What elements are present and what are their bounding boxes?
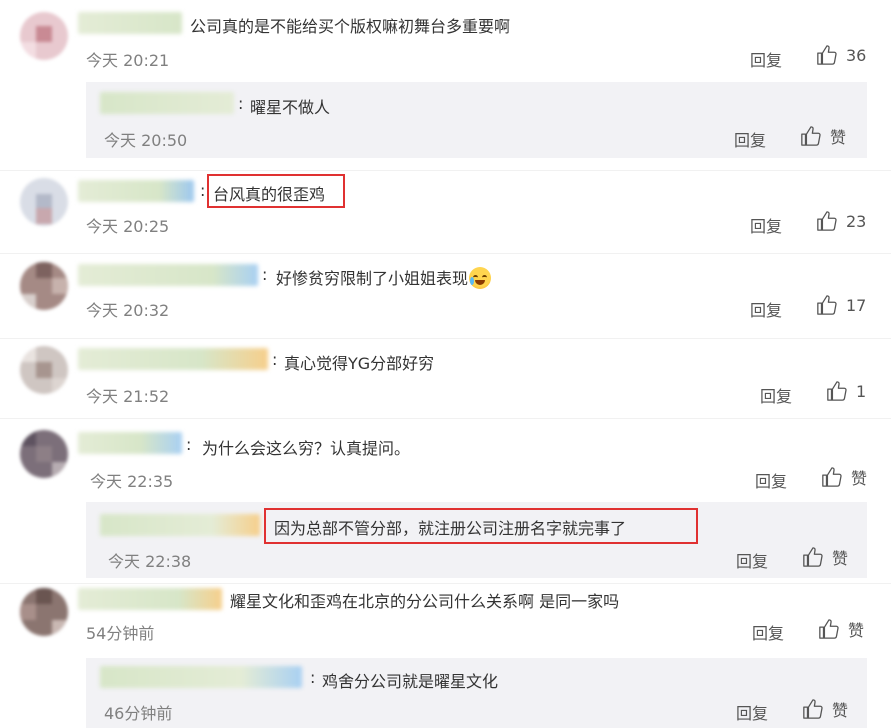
reply-button[interactable]: 回复 (760, 383, 792, 407)
reply-button[interactable]: 回复 (750, 297, 782, 321)
reply-button[interactable]: 回复 (734, 127, 766, 151)
like-count: 赞 (832, 549, 849, 568)
divider (0, 253, 891, 254)
comment-text: 公司真的是不能给买个版权嘛初舞台多重要啊 (190, 17, 511, 36)
reply-time: 46分钟前 (104, 704, 173, 723)
thumbs-up-icon (803, 547, 823, 567)
divider (0, 338, 891, 339)
divider (0, 583, 891, 584)
colon: : (200, 181, 206, 200)
like-count: 赞 (832, 701, 849, 720)
like-button[interactable]: 赞 (802, 545, 848, 569)
comment-text-content: 好惨贫穷限制了小姐姐表现 (276, 269, 469, 288)
comment-text: 耀星文化和歪鸡在北京的分公司什么关系啊 是同一家吗 (230, 592, 620, 611)
thumbs-up-icon (817, 45, 837, 65)
like-button[interactable]: 17 (816, 294, 866, 316)
reply-text: 因为总部不管分部，就注册公司注册名字就完事了 (274, 519, 627, 538)
colon: : (310, 668, 316, 687)
reply-button[interactable]: 回复 (752, 620, 784, 644)
avatar[interactable] (20, 346, 68, 394)
thumbs-up-icon (817, 211, 837, 231)
comment-time: 54分钟前 (86, 624, 155, 643)
comment-time: 今天 20:32 (86, 301, 170, 320)
username-blurred[interactable] (78, 432, 182, 454)
like-count: 1 (856, 381, 867, 401)
colon: : (186, 435, 192, 454)
comment-time: 今天 21:52 (86, 387, 170, 406)
username-blurred[interactable] (78, 348, 268, 370)
like-count: 23 (846, 211, 867, 231)
username-blurred[interactable] (78, 12, 182, 34)
divider (0, 170, 891, 171)
thumbs-up-icon (817, 295, 837, 315)
avatar[interactable] (20, 262, 68, 310)
reply-button[interactable]: 回复 (736, 700, 768, 724)
reply-time: 今天 22:38 (108, 552, 192, 571)
crying-laughing-emoji (469, 267, 492, 289)
like-button[interactable]: 赞 (802, 697, 848, 721)
colon: : (262, 265, 268, 284)
reply-button[interactable]: 回复 (750, 213, 782, 237)
avatar[interactable] (20, 588, 68, 636)
like-button[interactable]: 23 (816, 210, 866, 232)
like-count: 赞 (851, 469, 868, 488)
thumbs-up-icon (819, 619, 839, 639)
avatar[interactable] (20, 178, 68, 226)
like-count: 赞 (848, 621, 865, 640)
thumbs-up-icon (827, 381, 847, 401)
like-count: 赞 (830, 128, 847, 147)
like-count: 36 (846, 45, 867, 65)
comment-text: 真心觉得YG分部好穷 (284, 354, 435, 373)
username-blurred[interactable] (100, 666, 302, 688)
avatar[interactable] (20, 430, 68, 478)
like-button[interactable]: 赞 (821, 465, 867, 489)
comment-time: 今天 20:21 (86, 51, 170, 70)
username-blurred[interactable] (78, 264, 258, 286)
reply-button[interactable]: 回复 (755, 468, 787, 492)
username-blurred[interactable] (78, 588, 222, 610)
like-button[interactable]: 赞 (800, 124, 846, 148)
comment-text: 好惨贫穷限制了小姐姐表现 (276, 265, 492, 289)
like-button[interactable]: 赞 (818, 617, 864, 641)
username-blurred[interactable] (100, 92, 234, 114)
reply-text: 鸡舍分公司就是曜星文化 (322, 672, 499, 691)
reply-time: 今天 20:50 (104, 131, 188, 150)
colon: : (238, 94, 244, 113)
colon: : (272, 350, 278, 369)
divider (0, 418, 891, 419)
avatar[interactable] (20, 12, 68, 60)
thumbs-up-icon (803, 699, 823, 719)
like-button[interactable]: 36 (816, 44, 866, 66)
username-blurred[interactable] (78, 180, 194, 202)
thumbs-up-icon (801, 126, 821, 146)
comment-text: 台风真的很歪鸡 (213, 185, 326, 204)
reply-button[interactable]: 回复 (750, 47, 782, 71)
like-button[interactable]: 1 (826, 380, 866, 402)
comment-time: 今天 20:25 (86, 217, 170, 236)
like-count: 17 (846, 295, 867, 315)
comment-text: 为什么会这么穷？认真提问。 (202, 439, 411, 458)
thumbs-up-icon (822, 467, 842, 487)
reply-button[interactable]: 回复 (736, 548, 768, 572)
username-blurred[interactable] (100, 514, 260, 536)
comment-time: 今天 22:35 (90, 472, 174, 491)
reply-text: 曜星不做人 (250, 98, 331, 117)
